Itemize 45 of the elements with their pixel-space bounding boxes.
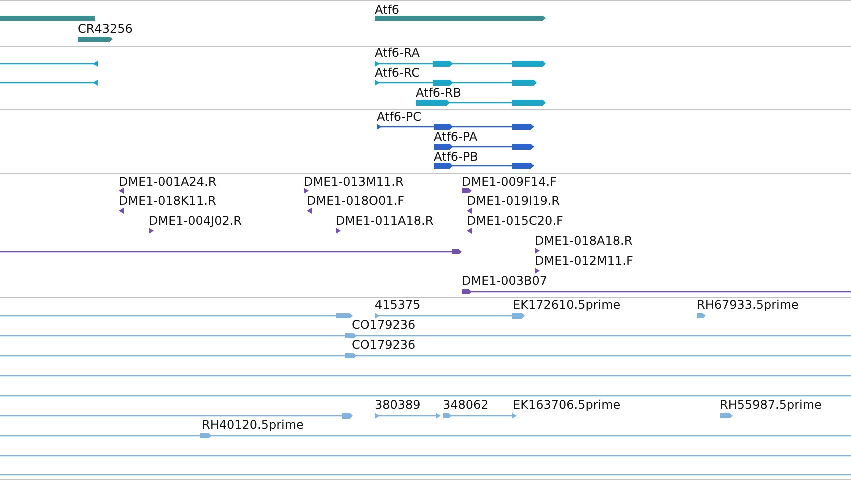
feature-label: Atf6-PA bbox=[434, 130, 478, 144]
feature-label: DME1-015C20.F bbox=[467, 214, 564, 228]
feature-label: DME1-003B07 bbox=[462, 274, 548, 288]
feature-label: DME1-018A18.R bbox=[535, 234, 633, 248]
feature-label: 415375 bbox=[375, 298, 421, 312]
feature-label: 380389 bbox=[375, 398, 421, 412]
feature-label: DME1-011A18.R bbox=[336, 214, 434, 228]
feature-label: RH67933.5prime bbox=[697, 298, 799, 312]
clone-end-glyph bbox=[304, 188, 309, 194]
gene-glyph bbox=[78, 37, 113, 42]
feature-label: DME1-018K11.R bbox=[119, 194, 216, 208]
clone-end-glyph bbox=[307, 208, 312, 214]
feature-label: EK163706.5prime bbox=[513, 398, 621, 412]
feature-label: DME1-012M11.F bbox=[535, 254, 634, 268]
clone-end-glyph bbox=[535, 268, 540, 274]
feature-label: DME1-018O01.F bbox=[307, 194, 404, 208]
est-glyph bbox=[375, 413, 441, 419]
clone-end-glyph bbox=[467, 208, 472, 214]
feature-label: DME1-013M11.R bbox=[304, 175, 404, 189]
clone-end-glyph bbox=[535, 248, 540, 254]
feature-label: CO179236 bbox=[352, 318, 416, 332]
clone-end-glyph bbox=[336, 228, 341, 234]
feature-label: DME1-001A24.R bbox=[119, 175, 217, 189]
feature-label: RH55987.5prime bbox=[720, 398, 822, 412]
feature-label: RH40120.5prime bbox=[202, 418, 304, 432]
feature-label: CR43256 bbox=[78, 22, 133, 36]
clone-end-glyph bbox=[462, 188, 472, 194]
clone-end-glyph bbox=[119, 188, 124, 194]
feature-label: Atf6-PC bbox=[377, 110, 422, 124]
feature-label: Atf6 bbox=[375, 3, 400, 17]
feature-label: Atf6-RB bbox=[416, 86, 462, 100]
feature-label: 348062 bbox=[443, 398, 489, 412]
feature-label: DME1-004J02.R bbox=[149, 214, 242, 228]
est-glyph bbox=[720, 414, 733, 418]
clone-end-glyph bbox=[149, 228, 154, 234]
clone-end-glyph bbox=[467, 228, 472, 234]
clone-end-glyph bbox=[119, 208, 124, 214]
feature-label: DME1-019I19.R bbox=[467, 194, 560, 208]
feature-label: Atf6-PB bbox=[434, 150, 478, 164]
feature-label: EK172610.5prime bbox=[513, 298, 621, 312]
feature-label: CO179236 bbox=[352, 338, 416, 352]
feature-label: DME1-009F14.F bbox=[462, 175, 557, 189]
feature-label: Atf6-RC bbox=[375, 66, 420, 80]
feature-label: Atf6-RA bbox=[375, 46, 420, 60]
est-glyph bbox=[697, 314, 706, 318]
